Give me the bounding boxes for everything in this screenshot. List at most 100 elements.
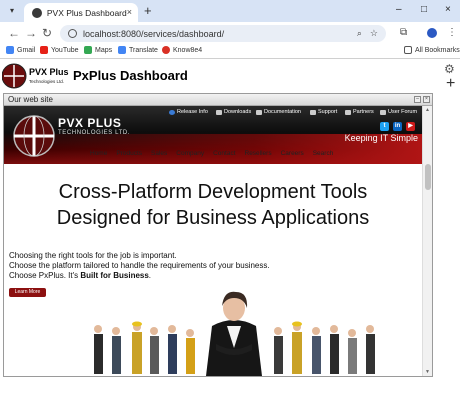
page-title: PxPlus Dashboard [73,68,188,83]
toplink-release-info[interactable]: Release Info [169,109,208,115]
minimize-button[interactable]: – [396,4,402,16]
youtube-icon [40,46,48,54]
toplink-label: Partners [353,109,374,115]
site-brand-sub: TECHNOLOGIES LTD. [58,130,131,136]
portlet-title: Our web site [8,95,53,104]
learn-more-button[interactable]: Learn More [9,288,46,297]
bookmark-star-icon[interactable]: ☆ [370,28,378,39]
browser-tab[interactable]: PVX Plus Dashboard × [24,3,138,22]
info-icon [169,109,175,115]
gear-icon[interactable]: ⚙ [444,62,455,76]
menu-products[interactable]: Products [116,150,142,157]
download-icon [216,109,222,115]
scroll-up-icon[interactable]: ▲ [425,107,430,113]
know8e4-icon [162,46,170,54]
toplink-partners[interactable]: Partners [345,109,374,115]
bookmark-gmail[interactable]: Gmail [6,46,35,54]
url-text[interactable]: localhost:8080/services/dashboard/ [83,29,357,39]
menu-kebab-icon[interactable]: ⋮ [447,27,457,39]
business-people-illustration [94,291,375,376]
linkedin-icon[interactable]: in [393,122,402,131]
intro-line-2: Choose the platform tailored to handle t… [9,261,270,270]
google-icon [6,46,14,54]
toplink-label: Documentation [264,109,301,115]
youtube-social-icon[interactable]: ▶ [406,122,415,131]
bookmark-maps[interactable]: Maps [84,46,112,54]
logo-subtext: Technologies Ltd. [29,79,64,84]
twitter-icon[interactable]: t [380,122,389,131]
forward-button[interactable]: → [25,26,37,40]
embedded-website-frame: PVX PLUS TECHNOLOGIES LTD. Release Info … [4,106,422,376]
support-icon [310,109,316,115]
logo-wordmark: PVX Plus [29,67,69,77]
tab-favicon-icon [32,7,42,18]
menu-sales[interactable]: Sales [151,150,167,157]
bookmark-translate[interactable]: Translate [118,46,158,54]
add-panel-button[interactable]: + [446,76,455,92]
portlet-header: Our web site – × [4,94,432,106]
reload-button[interactable]: ↻ [42,26,52,40]
hero-headline-line1: Cross-Platform Development Tools [58,181,368,203]
menu-careers[interactable]: Careers [281,150,304,157]
browser-tabstrip: ▾ PVX Plus Dashboard × + – □ × [0,0,460,22]
toplink-support[interactable]: Support [310,109,337,115]
toplink-user-forum[interactable]: User Forum [380,109,417,115]
toplink-documentation[interactable]: Documentation [256,109,301,115]
translate-icon [118,46,126,54]
folder-icon [404,46,412,54]
globe-logo-icon [13,115,55,157]
tab-title: PVX Plus Dashboard [46,7,127,18]
portlet-close-icon[interactable]: × [423,96,430,103]
menu-contact[interactable]: Contact [213,150,235,157]
bookmark-know8e4[interactable]: Know8e4 [162,46,202,54]
menu-company[interactable]: Company [176,150,204,157]
bookmark-label: Know8e4 [173,46,203,54]
tab-close-icon[interactable]: × [127,8,132,17]
tab-search-icon[interactable]: ▾ [6,5,18,17]
all-bookmarks-button[interactable]: All Bookmarks [404,46,460,54]
toplink-label: User Forum [388,109,418,115]
intro-built-for-business: Built for Business [80,271,149,280]
intro-line-1: Choosing the right tools for the job is … [9,251,177,260]
site-main-menu: Home Products Sales Company Contact Rese… [90,150,333,157]
menu-search[interactable]: Search [313,150,334,157]
new-tab-button[interactable]: + [144,4,152,17]
toplink-label: Release Info [177,109,208,115]
site-brand[interactable]: PVX PLUS [58,116,121,130]
bookmark-label: Translate [129,46,158,54]
bookmarks-bar: Gmail YouTube Maps Translate Know8e4 All… [0,44,460,59]
portlet-minimize-icon[interactable]: – [414,96,421,103]
back-button[interactable]: ← [8,26,20,40]
browser-toolbar: ← → ↻ localhost:8080/services/dashboard/… [0,22,460,44]
pvx-plus-logo: PVX Plus Technologies Ltd. [2,63,69,89]
profile-avatar[interactable] [427,28,437,38]
site-info-icon[interactable] [68,29,77,38]
extensions-icon[interactable]: ⧉ [400,27,407,39]
hero-headline-line2: Designed for Business Applications [56,207,370,229]
toplink-label: Downloads [224,109,252,115]
scroll-down-icon[interactable]: ▼ [425,369,430,375]
users-icon [380,109,386,115]
all-bookmarks-label: All Bookmarks [415,46,460,54]
site-tagline: Keeping IT Simple [344,133,418,143]
bookmark-label: Gmail [17,46,36,54]
toplink-downloads[interactable]: Downloads [216,109,251,115]
address-bar[interactable]: localhost:8080/services/dashboard/ ⌕ ☆ [60,25,386,42]
close-window-button[interactable]: × [445,4,451,16]
intro-line-3-suffix: . [148,271,152,280]
intro-line-3: Choose PxPlus. It's Built for Business. [9,271,151,281]
bookmark-label: YouTube [51,46,79,54]
web-site-portlet: Our web site – × PVX PLUS TECHNOLOGIES L… [3,93,433,377]
bookmark-youtube[interactable]: YouTube [40,46,79,54]
frame-scrollbar[interactable]: ▲ ▼ [422,106,432,376]
toplink-label: Support [318,109,338,115]
book-icon [256,109,262,115]
menu-resellers[interactable]: Resellers [245,150,272,157]
bookmark-label: Maps [95,46,113,54]
zoom-icon[interactable]: ⌕ [357,28,362,39]
maximize-button[interactable]: □ [421,4,427,16]
menu-home[interactable]: Home [90,150,107,157]
businesswoman-figure [206,291,262,376]
intro-line-3-prefix: Choose PxPlus. It's [9,271,81,280]
scrollbar-thumb[interactable] [425,164,431,190]
